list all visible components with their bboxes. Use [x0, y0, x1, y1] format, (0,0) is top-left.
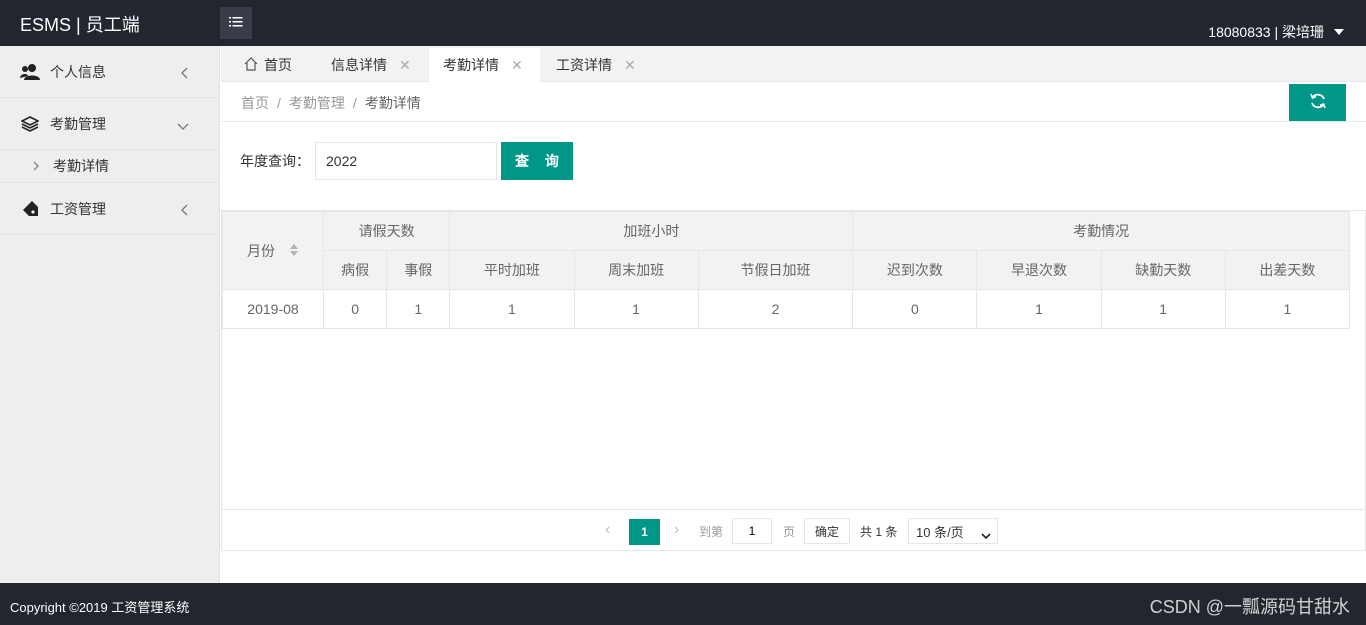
chevron-left-icon — [181, 66, 189, 82]
column-header-weekday-overtime: 平时加班 — [449, 250, 575, 290]
chevron-left-icon — [181, 203, 189, 219]
footer: Copyright ©2019 工资管理系统 CSDN @一瓢源码甘甜水 — [0, 583, 1366, 625]
column-group-overtime-hours: 加班小时 — [449, 211, 854, 251]
year-input[interactable] — [315, 142, 497, 180]
table-row: 2019-08 0 1 1 1 2 0 1 1 1 — [222, 289, 1351, 329]
year-query-label: 年度查询： — [240, 153, 310, 169]
sidebar-item-label: 工资管理 — [50, 200, 106, 217]
search-row: 年度查询： 查 询 — [240, 142, 573, 180]
close-icon[interactable]: ✕ — [624, 57, 636, 74]
close-icon[interactable]: ✕ — [399, 57, 411, 74]
tag-icon — [20, 199, 40, 219]
column-header-personal-leave: 事假 — [386, 250, 451, 290]
sidebar-item-personal-info[interactable]: 个人信息 — [0, 46, 219, 98]
table-cell: 1 — [449, 289, 575, 329]
column-header-late-count: 迟到次数 — [852, 250, 978, 290]
table-cell: 0 — [852, 289, 978, 329]
page-size-select[interactable]: 10 条/页 — [908, 518, 998, 544]
sidebar-item-salary[interactable]: 工资管理 — [0, 183, 219, 235]
sidebar-subitem-label: 考勤详情 — [53, 158, 109, 174]
user-menu[interactable]: 18080833 | 梁培珊 — [1208, 22, 1344, 42]
menu-icon — [228, 15, 244, 32]
cell-month: 2019-08 — [222, 289, 324, 329]
table-cell: 1 — [1224, 289, 1351, 329]
tab-salary-detail[interactable]: 工资详情 ✕ — [556, 48, 636, 82]
chevron-down-icon — [981, 528, 991, 543]
attendance-table-container: 月份 请假天数 加班小时 考勤情况 病假 事假 平时加班 周末加班 节假日加班 … — [221, 210, 1366, 551]
tab-label: 考勤详情 — [443, 57, 499, 73]
breadcrumb-separator: / — [352, 95, 357, 111]
table-cell: 2 — [697, 289, 854, 329]
tab-attendance-detail[interactable]: 考勤详情 ✕ — [429, 48, 540, 82]
table-cell: 1 — [976, 289, 1102, 329]
tab-info-detail[interactable]: 信息详情 ✕ — [331, 48, 411, 82]
top-header: ESMS | 员工端 18080833 | 梁培珊 — [0, 0, 1366, 46]
sidebar-item-label: 考勤管理 — [50, 115, 106, 132]
column-header-absence-days: 缺勤天数 — [1100, 250, 1226, 290]
breadcrumb-separator: / — [277, 95, 281, 111]
chevron-right-icon — [33, 158, 39, 174]
sort-icon[interactable] — [289, 243, 299, 260]
page-1-button[interactable]: 1 — [629, 519, 660, 545]
home-icon — [244, 56, 258, 74]
column-group-leave-days: 请假天数 — [322, 211, 451, 251]
caret-down-icon — [1334, 29, 1344, 35]
tab-bar: 首页 信息详情 ✕ 考勤详情 ✕ 工资详情 ✕ — [221, 46, 1366, 82]
users-icon — [20, 62, 40, 82]
goto-confirm-button[interactable]: 确定 — [804, 518, 850, 544]
column-header-weekend-overtime: 周末加班 — [573, 250, 699, 290]
prev-page-button[interactable]: ‹ — [605, 521, 610, 539]
copyright-text: Copyright ©2019 工资管理系统 — [10, 600, 190, 615]
query-button[interactable]: 查 询 — [501, 142, 573, 180]
table-cell: 1 — [386, 289, 451, 329]
breadcrumb-current: 考勤详情 — [364, 95, 421, 111]
column-header-month[interactable]: 月份 — [222, 211, 324, 290]
column-group-attendance-status: 考勤情况 — [852, 211, 1350, 251]
menu-toggle-button[interactable] — [220, 7, 252, 39]
pagination: ‹ 1 › 到第 页 确定 共 1 条 10 条/页 — [222, 509, 1365, 551]
tab-label: 工资详情 — [556, 57, 612, 73]
refresh-icon — [1309, 92, 1327, 113]
sidebar: 个人信息 考勤管理 考勤详情 工资管理 — [0, 46, 220, 583]
goto-label: 到第 — [699, 525, 724, 539]
sidebar-item-label: 个人信息 — [50, 63, 106, 80]
breadcrumb-item[interactable]: 考勤管理 — [289, 95, 345, 111]
total-count: 共 1 条 — [860, 525, 898, 539]
user-name: 18080833 | 梁培珊 — [1208, 24, 1324, 40]
app-brand: ESMS | 员工端 — [20, 15, 140, 35]
column-header-early-leave-count: 早退次数 — [976, 250, 1102, 290]
breadcrumb: 首页 / 考勤管理 / 考勤详情 — [241, 93, 421, 113]
table-cell: 0 — [322, 289, 388, 329]
sidebar-item-attendance[interactable]: 考勤管理 — [0, 98, 219, 150]
tab-home[interactable]: 首页 — [244, 48, 292, 82]
watermark-text: CSDN @一瓢源码甘甜水 — [1149, 597, 1350, 617]
column-header-sick-leave: 病假 — [322, 250, 388, 290]
page-size-value: 10 条/页 — [916, 524, 964, 540]
column-header-holiday-overtime: 节假日加班 — [697, 250, 854, 290]
goto-page-input[interactable] — [732, 518, 772, 544]
tab-label: 首页 — [264, 57, 292, 73]
chevron-down-icon — [177, 118, 189, 134]
next-page-button[interactable]: › — [674, 521, 679, 539]
page-unit-label: 页 — [783, 525, 796, 539]
layers-icon — [20, 114, 40, 134]
breadcrumb-item[interactable]: 首页 — [241, 95, 269, 111]
table-cell: 1 — [1100, 289, 1226, 329]
attendance-table: 月份 请假天数 加班小时 考勤情况 病假 事假 平时加班 周末加班 节假日加班 … — [222, 211, 1351, 329]
tab-label: 信息详情 — [331, 57, 387, 73]
table-cell: 1 — [573, 289, 699, 329]
breadcrumb-bar: 首页 / 考勤管理 / 考勤详情 — [221, 82, 1366, 122]
sidebar-subitem-attendance-detail[interactable]: 考勤详情 — [0, 150, 219, 183]
column-header-label: 月份 — [247, 242, 276, 259]
column-header-business-trip-days: 出差天数 — [1224, 250, 1351, 290]
close-icon[interactable]: ✕ — [511, 57, 523, 74]
refresh-button[interactable] — [1289, 84, 1346, 121]
